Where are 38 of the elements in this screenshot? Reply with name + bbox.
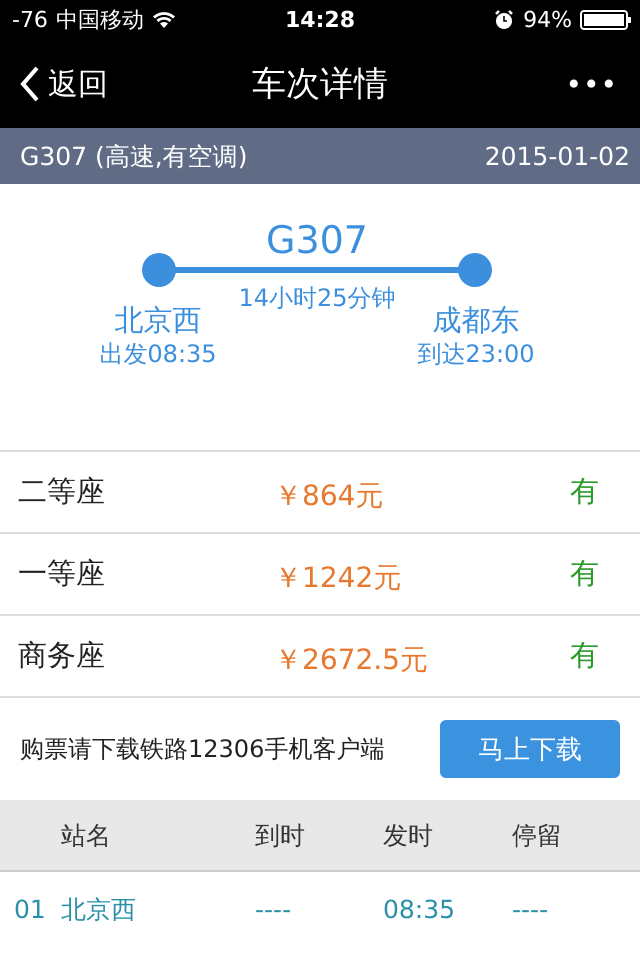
seat-price: ￥2672.5元 [274, 642, 429, 678]
seat-price: ￥864元 [274, 478, 384, 514]
departure-time: 出发08:35 [99, 339, 217, 370]
signal-strength: -76 [12, 8, 48, 32]
alarm-clock-icon [493, 9, 516, 31]
travel-date: 2015-01-02 [484, 142, 630, 170]
seat-class: 商务座 [18, 637, 106, 674]
download-prompt: 购票请下载铁路12306手机客户端 [20, 734, 384, 765]
chevron-left-icon [20, 66, 40, 102]
column-header: 到时 [255, 820, 306, 852]
seat-availability: 有 [570, 473, 600, 510]
train-number: G307 [266, 220, 368, 260]
column-header: 发时 [383, 820, 434, 852]
departure-station: 北京西 [114, 302, 202, 338]
arrival-time: 到达23:00 [417, 339, 535, 370]
wifi-icon [152, 11, 176, 29]
back-button[interactable]: 返回 [20, 64, 108, 104]
table-cell-text: 08:35 [383, 894, 456, 924]
table-cell-text: 北京西 [61, 894, 137, 926]
train-type: G307 (高速,有空调) [20, 140, 248, 172]
battery-icon [580, 9, 632, 31]
travel-duration: 14小时25分钟 [238, 284, 396, 314]
seat-price: ￥1242元 [274, 560, 402, 596]
page-title: 车次详情 [252, 63, 388, 106]
table-cell-text: ---- [512, 894, 550, 924]
more-button[interactable]: ••• [565, 68, 618, 100]
battery-percent: 94% [523, 8, 572, 32]
seat-availability: 有 [570, 637, 600, 674]
arrival-station: 成都东 [432, 302, 520, 338]
column-header: 停留 [512, 820, 563, 852]
seat-availability: 有 [570, 555, 600, 592]
seat-class: 一等座 [18, 555, 106, 592]
seat-class: 二等座 [18, 473, 106, 510]
table-cell-text: 01 [14, 894, 47, 924]
column-header: 站名 [61, 820, 112, 852]
table-cell-text: ---- [255, 894, 292, 924]
status-time: 14:28 [284, 8, 356, 32]
carrier-name: 中国移动 [56, 7, 144, 35]
